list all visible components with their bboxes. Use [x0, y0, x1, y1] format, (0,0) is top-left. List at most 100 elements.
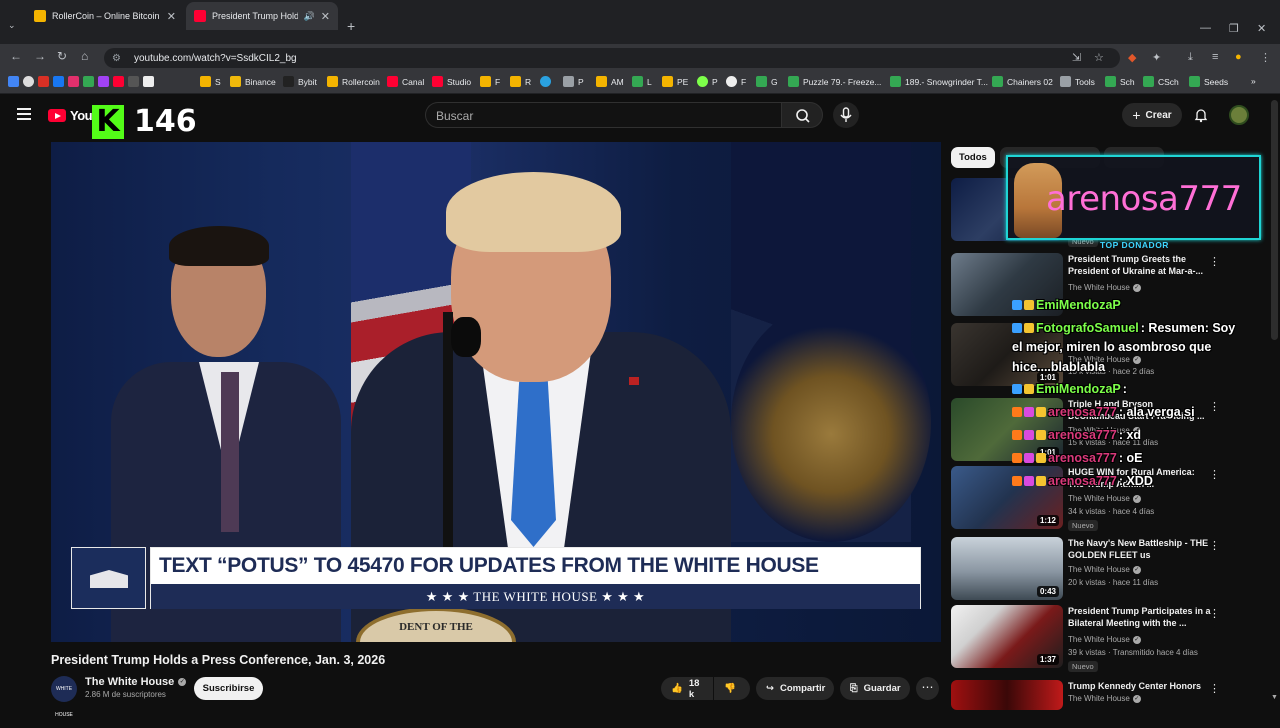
share-button[interactable]: ↪ Compartir [756, 677, 834, 700]
bookmark-puzzle-79[interactable]: Puzzle 79.- Freeze... [788, 76, 881, 87]
channel-avatar[interactable]: WHITE HOUSE [51, 676, 77, 718]
account-avatar[interactable] [1229, 105, 1249, 125]
verified-icon: ✓ [1132, 494, 1141, 503]
site-info-icon[interactable]: ⚙ [112, 53, 124, 64]
close-tab-icon[interactable]: ✕ [167, 10, 176, 23]
bookmark-am[interactable]: AM [596, 76, 624, 87]
tab-youtube[interactable]: President Trump Holds a Pr 🔊 ✕ [186, 2, 338, 30]
recommendation-5[interactable]: 0:43 The Navy's New Battleship - THE GOL… [951, 537, 1261, 601]
more-options-icon[interactable]: ⋮ [1209, 682, 1220, 695]
chat-message: arenosa777: XDD [1012, 474, 1153, 488]
youtube-play-icon [48, 109, 66, 122]
chat-badge-icon [1036, 476, 1046, 486]
verified-icon: ✓ [1132, 635, 1141, 644]
maximize-icon[interactable]: ❐ [1229, 22, 1239, 35]
bookmark-f2[interactable]: F [726, 76, 746, 87]
chat-badge-icon [1024, 300, 1034, 310]
extension-icon[interactable]: ◆ [1128, 51, 1136, 64]
bookmark-star-icon[interactable]: ☆ [1094, 51, 1104, 64]
more-options-icon[interactable]: ⋮ [1209, 255, 1220, 268]
chat-badge-icon [1024, 476, 1034, 486]
reload-icon[interactable]: ↻ [57, 49, 67, 63]
bookmark-sch[interactable]: Sch [1105, 76, 1135, 87]
profile-extension-icon[interactable]: ● [1235, 51, 1242, 63]
chat-badge-icon [1024, 323, 1034, 333]
more-options-icon[interactable]: ⋮ [1209, 607, 1220, 620]
browser-menu-icon[interactable]: ⋮ [1260, 51, 1271, 64]
video-thumbnail[interactable]: 1:37 [951, 605, 1063, 668]
verified-icon: ✓ [1132, 694, 1141, 703]
video-player[interactable]: DENT OF THE TEXT “POTUS” TO 45470 FOR UP… [51, 142, 941, 642]
bookmark-icons-group[interactable] [8, 76, 154, 87]
bookmark-rollercoin[interactable]: Rollercoin [327, 76, 380, 87]
bookmark-g[interactable]: G [756, 76, 778, 87]
close-tab-icon[interactable]: ✕ [321, 10, 330, 23]
bookmark-l[interactable]: L [632, 76, 652, 87]
bookmarks-overflow-icon[interactable]: » [1251, 76, 1256, 86]
create-button[interactable]: + Crear [1122, 103, 1182, 127]
bookmark-telegram[interactable] [540, 76, 551, 87]
more-actions-icon[interactable]: ⋯ [916, 677, 939, 700]
download-icon[interactable]: ⤓ [1188, 51, 1193, 64]
hamburger-menu-icon[interactable] [17, 108, 31, 120]
media-control-icon[interactable]: ≡ [1212, 51, 1218, 63]
bookmark-p[interactable]: P [697, 76, 718, 87]
tab-rollercoin[interactable]: RollerCoin – Online Bitcoin Mi ✕ [26, 2, 184, 30]
chip-all[interactable]: Todos [951, 147, 995, 168]
save-button[interactable]: ⎘ Guardar [840, 677, 910, 700]
subscribe-button[interactable]: Suscribirse [194, 677, 263, 700]
back-icon[interactable]: ← [10, 49, 22, 63]
bookmark-csch[interactable]: CSch [1143, 76, 1179, 87]
chat-badge-icon [1036, 430, 1046, 440]
bookmark-bybit[interactable]: Bybit [283, 76, 317, 87]
voice-search-button[interactable] [833, 102, 859, 128]
forward-icon[interactable]: → [34, 49, 46, 63]
bookmark-f[interactable]: F [480, 76, 500, 87]
minimize-icon[interactable]: — [1200, 22, 1211, 34]
channel-name[interactable]: The White House ✓ [85, 676, 187, 688]
scroll-down-arrow-icon[interactable]: ▼ [1271, 694, 1278, 701]
home-icon[interactable]: ⌂ [81, 49, 88, 63]
dislike-button[interactable]: 👎 [714, 677, 750, 700]
bookmark-pe[interactable]: PE [662, 76, 688, 87]
video-thumbnail[interactable] [951, 680, 1063, 710]
page-scrollbar[interactable] [1271, 100, 1278, 340]
search-button[interactable] [781, 102, 823, 128]
audio-playing-icon[interactable]: 🔊 [304, 11, 315, 22]
microphone-head [451, 317, 481, 357]
notifications-bell-icon[interactable] [1193, 107, 1209, 123]
chat-message: EmiMendozaP [1012, 298, 1123, 312]
chat-badge-icon [1024, 407, 1034, 417]
bookmark-canal[interactable]: Canal [387, 76, 424, 87]
tab-search-icon[interactable]: ⌄ [8, 20, 20, 32]
bookmark-seeds[interactable]: Seeds [1189, 76, 1228, 87]
bookmark-studio[interactable]: Studio [432, 76, 471, 87]
bookmark-tools[interactable]: Tools [1060, 76, 1095, 87]
donor-label: TOP DONADOR [1100, 240, 1169, 250]
close-window-icon[interactable]: ✕ [1257, 22, 1266, 35]
bookmark-s[interactable]: S [200, 76, 221, 87]
bookmark-r[interactable]: R [510, 76, 531, 87]
install-icon[interactable]: ⇲ [1072, 51, 1081, 64]
bookmark-folder-p[interactable]: P [563, 76, 584, 87]
new-tab-icon[interactable]: + [347, 18, 355, 34]
recommendation-6[interactable]: 1:37 President Trump Participates in a B… [951, 605, 1261, 672]
recommendation-7[interactable]: Trump Kennedy Center Honors The White Ho… [951, 680, 1261, 710]
extensions-puzzle-icon[interactable]: ✦ [1152, 51, 1161, 64]
chat-badge-icon [1024, 384, 1034, 394]
more-options-icon[interactable]: ⋮ [1209, 400, 1220, 413]
address-bar[interactable]: ⚙ youtube.com/watch?v=SsdkCIL2_bg [104, 48, 1120, 68]
donor-name: arenosa777 [1046, 179, 1242, 219]
more-options-icon[interactable]: ⋮ [1209, 468, 1220, 481]
verified-icon: ✓ [1132, 565, 1141, 574]
search-input[interactable]: Buscar [425, 102, 781, 128]
bookmark-chainers-02[interactable]: Chainers 02 [992, 76, 1053, 87]
thumbs-down-icon: 👎 [724, 683, 736, 694]
like-button[interactable]: 👍 18 k [661, 677, 713, 700]
video-thumbnail[interactable]: 0:43 [951, 537, 1063, 600]
bookmark-binance[interactable]: Binance [230, 76, 276, 87]
bookmark-189-snowgrinder[interactable]: 189.- Snowgrinder T... [890, 76, 988, 87]
chat-message-continued: el mejor, miren lo asombroso que [1012, 340, 1212, 354]
lower-third-banner: TEXT “POTUS” TO 45470 FOR UPDATES FROM T… [150, 547, 921, 609]
more-options-icon[interactable]: ⋮ [1209, 539, 1220, 552]
